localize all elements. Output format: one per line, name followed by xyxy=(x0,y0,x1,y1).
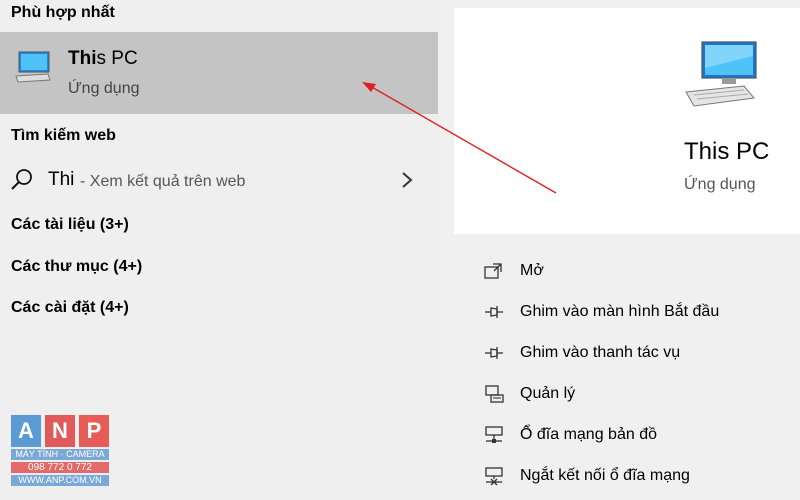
action-label: Mở xyxy=(520,262,544,279)
action-label: Ổ đĩa mạng bản đồ xyxy=(520,426,657,443)
action-label: Quản lý xyxy=(520,385,576,402)
logo-phone: 098 772 0 772 xyxy=(11,462,109,473)
action-map-network-drive[interactable]: Ổ đĩa mạng bản đồ xyxy=(454,420,800,450)
app-detail-card: This PC Ứng dụng xyxy=(454,8,800,234)
open-icon xyxy=(484,261,504,281)
detail-title: This PC xyxy=(684,138,770,165)
action-open[interactable]: Mở xyxy=(454,256,800,286)
action-label: Ngắt kết nối ổ đĩa mạng xyxy=(520,467,690,484)
action-list: Mở Ghim vào màn hình Bắt đầu Ghim vào th… xyxy=(454,234,800,500)
computer-icon xyxy=(14,50,52,89)
manage-icon xyxy=(484,384,504,404)
detail-subtitle: Ứng dụng xyxy=(684,176,756,193)
best-match-heading: Phù hợp nhất xyxy=(11,4,115,21)
category-documents[interactable]: Các tài liệu (3+) xyxy=(11,216,129,234)
action-label: Ghim vào màn hình Bắt đầu xyxy=(520,303,720,320)
action-label: Ghim vào thanh tác vụ xyxy=(520,344,681,361)
logo-site: WWW.ANP.COM.VN xyxy=(11,475,109,486)
category-settings[interactable]: Các cài đặt (4+) xyxy=(11,299,129,317)
action-pin-start[interactable]: Ghim vào màn hình Bắt đầu xyxy=(454,297,800,327)
action-disconnect-network-drive[interactable]: Ngắt kết nối ổ đĩa mạng xyxy=(454,461,800,491)
web-search-result[interactable]: Thi - Xem kết quả trên web xyxy=(0,164,438,198)
category-folders[interactable]: Các thư mục (4+) xyxy=(11,258,142,276)
computer-icon xyxy=(684,38,760,115)
action-manage[interactable]: Quản lý xyxy=(454,379,800,409)
logo-letter: N xyxy=(45,415,75,447)
pin-icon xyxy=(484,343,504,363)
logo-letter: A xyxy=(11,415,41,447)
search-results-pane: Phù hợp nhất This PC Ứng dụng Tìm kiếm w… xyxy=(0,0,438,500)
best-match-title: This PC xyxy=(68,48,138,69)
web-query-text: Thi xyxy=(48,169,75,190)
best-match-item-this-pc[interactable]: This PC Ứng dụng xyxy=(0,32,438,114)
best-match-subtitle: Ứng dụng xyxy=(68,80,140,97)
search-icon xyxy=(10,167,36,198)
action-pin-taskbar[interactable]: Ghim vào thanh tác vụ xyxy=(454,338,800,368)
chevron-right-icon[interactable] xyxy=(400,170,414,195)
anp-logo: A N P MÁY TÍNH · CAMERA 098 772 0 772 WW… xyxy=(11,415,109,489)
web-query-hint: - Xem kết quả trên web xyxy=(80,173,246,190)
disconnect-drive-icon xyxy=(484,466,504,486)
logo-tagline: MÁY TÍNH · CAMERA xyxy=(11,449,109,460)
web-search-heading: Tìm kiếm web xyxy=(11,127,116,144)
logo-letter: P xyxy=(79,415,109,447)
map-drive-icon xyxy=(484,425,504,445)
pin-icon xyxy=(484,302,504,322)
